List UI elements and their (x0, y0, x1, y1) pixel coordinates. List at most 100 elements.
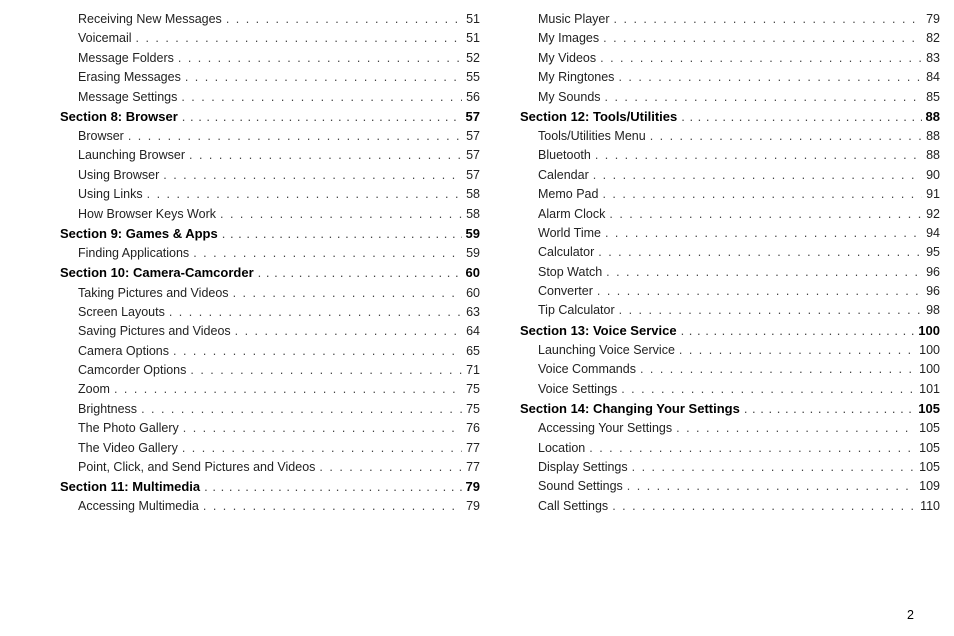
toc-page-number: 105 (915, 419, 940, 438)
toc-sub-row[interactable]: Saving Pictures and Videos. . . . . . . … (60, 322, 480, 341)
toc-item-label: Erasing Messages (78, 68, 185, 87)
toc-sub-row[interactable]: Location. . . . . . . . . . . . . . . . … (520, 439, 940, 458)
toc-page-number: 96 (922, 263, 940, 282)
toc-sub-row[interactable]: Brightness. . . . . . . . . . . . . . . … (60, 400, 480, 419)
toc-leader-dots: . . . . . . . . . . . . . . . . . . . . … (204, 477, 461, 497)
toc-sub-row[interactable]: Converter. . . . . . . . . . . . . . . .… (520, 282, 940, 301)
toc-sub-row[interactable]: Screen Layouts. . . . . . . . . . . . . … (60, 303, 480, 322)
toc-section-row[interactable]: Section 9: Games & Apps. . . . . . . . .… (60, 224, 480, 244)
toc-page-number: 51 (462, 29, 480, 48)
toc-leader-dots: . . . . . . . . . . . . . . . . . . . . … (189, 146, 462, 165)
toc-item-label: My Videos (538, 49, 600, 68)
toc-sub-row[interactable]: Call Settings. . . . . . . . . . . . . .… (520, 497, 940, 516)
toc-leader-dots: . . . . . . . . . . . . . . . . . . . . … (114, 380, 462, 399)
toc-sub-row[interactable]: Voice Settings. . . . . . . . . . . . . … (520, 380, 940, 399)
toc-item-label: Voice Commands (538, 360, 640, 379)
toc-sub-row[interactable]: Launching Voice Service. . . . . . . . .… (520, 341, 940, 360)
toc-sub-row[interactable]: Accessing Your Settings. . . . . . . . .… (520, 419, 940, 438)
toc-section-row[interactable]: Section 12: Tools/Utilities. . . . . . .… (520, 107, 940, 127)
toc-sub-row[interactable]: Tip Calculator. . . . . . . . . . . . . … (520, 301, 940, 320)
toc-leader-dots: . . . . . . . . . . . . . . . . . . . . … (220, 205, 462, 224)
toc-sub-row[interactable]: World Time. . . . . . . . . . . . . . . … (520, 224, 940, 243)
toc-section-row[interactable]: Section 14: Changing Your Settings. . . … (520, 399, 940, 419)
toc-leader-dots: . . . . . . . . . . . . . . . . . . . . … (619, 301, 922, 320)
toc-sub-row[interactable]: My Images. . . . . . . . . . . . . . . .… (520, 29, 940, 48)
toc-sub-row[interactable]: Using Browser. . . . . . . . . . . . . .… (60, 166, 480, 185)
toc-leader-dots: . . . . . . . . . . . . . . . . . . . . … (606, 263, 922, 282)
toc-sub-row[interactable]: Bluetooth. . . . . . . . . . . . . . . .… (520, 146, 940, 165)
toc-item-label: Camera Options (78, 342, 173, 361)
toc-page-number: 84 (922, 68, 940, 87)
toc-column-left: Receiving New Messages. . . . . . . . . … (60, 10, 480, 517)
toc-column-right: Music Player . . . . . . . . . . . . . . … (520, 10, 940, 517)
toc-page-number: 59 (462, 244, 480, 263)
toc-sub-row[interactable]: How Browser Keys Work. . . . . . . . . .… (60, 205, 480, 224)
toc-leader-dots: . . . . . . . . . . . . . . . . . . . . … (182, 439, 462, 458)
toc-page-number: 98 (922, 301, 940, 320)
toc-sub-row[interactable]: My Videos. . . . . . . . . . . . . . . .… (520, 49, 940, 68)
toc-sub-row[interactable]: Browser. . . . . . . . . . . . . . . . .… (60, 127, 480, 146)
toc-section-row[interactable]: Section 13: Voice Service. . . . . . . .… (520, 321, 940, 341)
toc-item-label: My Sounds (538, 88, 605, 107)
toc-sub-row[interactable]: Using Links. . . . . . . . . . . . . . .… (60, 185, 480, 204)
toc-item-label: My Ringtones (538, 68, 618, 87)
toc-sub-row[interactable]: Point, Click, and Send Pictures and Vide… (60, 458, 480, 477)
toc-sub-row[interactable]: Receiving New Messages. . . . . . . . . … (60, 10, 480, 29)
toc-leader-dots: . . . . . . . . . . . . . . . . . . . . … (681, 321, 915, 341)
toc-page-number: 100 (915, 360, 940, 379)
toc-sub-row[interactable]: Stop Watch. . . . . . . . . . . . . . . … (520, 263, 940, 282)
toc-item-label: Calendar (538, 166, 593, 185)
toc-sub-row[interactable]: My Sounds. . . . . . . . . . . . . . . .… (520, 88, 940, 107)
toc-item-label: Browser (78, 127, 128, 146)
toc-leader-dots: . . . . . . . . . . . . . . . . . . . . … (676, 419, 915, 438)
toc-item-label: Message Settings (78, 88, 181, 107)
toc-page-number: 63 (462, 303, 480, 322)
toc-item-label: Launching Voice Service (538, 341, 679, 360)
toc-sub-row[interactable]: Taking Pictures and Videos. . . . . . . … (60, 284, 480, 303)
toc-item-label: Music Player (538, 10, 614, 29)
toc-sub-row[interactable]: Calendar. . . . . . . . . . . . . . . . … (520, 166, 940, 185)
toc-sub-row[interactable]: Sound Settings. . . . . . . . . . . . . … (520, 477, 940, 496)
toc-item-label: Accessing Your Settings (538, 419, 676, 438)
toc-sub-row[interactable]: Calculator. . . . . . . . . . . . . . . … (520, 243, 940, 262)
toc-item-label: Display Settings (538, 458, 632, 477)
toc-leader-dots: . . . . . . . . . . . . . . . . . . . . … (128, 127, 462, 146)
toc-sub-row[interactable]: Message Settings. . . . . . . . . . . . … (60, 88, 480, 107)
toc-sub-row[interactable]: Voicemail. . . . . . . . . . . . . . . .… (60, 29, 480, 48)
toc-leader-dots: . . . . . . . . . . . . . . . . . . . . … (627, 477, 915, 496)
toc-page-number: 56 (462, 88, 480, 107)
toc-page-number: 65 (462, 342, 480, 361)
toc-sub-row[interactable]: Launching Browser. . . . . . . . . . . .… (60, 146, 480, 165)
toc-sub-row[interactable]: Zoom. . . . . . . . . . . . . . . . . . … (60, 380, 480, 399)
toc-sub-row[interactable]: Display Settings. . . . . . . . . . . . … (520, 458, 940, 477)
toc-leader-dots: . . . . . . . . . . . . . . . . . . . . … (597, 282, 922, 301)
toc-page-number: 76 (462, 419, 480, 438)
toc-item-label: Tip Calculator (538, 301, 619, 320)
toc-leader-dots: . . . . . . . . . . . . . . . . . . . . … (193, 244, 462, 263)
toc-sub-row[interactable]: Camcorder Options. . . . . . . . . . . .… (60, 361, 480, 380)
toc-sub-row[interactable]: Accessing Multimedia. . . . . . . . . . … (60, 497, 480, 516)
toc-sub-row[interactable]: Tools/Utilities Menu. . . . . . . . . . … (520, 127, 940, 146)
toc-item-label: Camcorder Options (78, 361, 190, 380)
toc-page: Receiving New Messages. . . . . . . . . … (0, 0, 954, 517)
toc-sub-row[interactable]: The Photo Gallery. . . . . . . . . . . .… (60, 419, 480, 438)
toc-leader-dots: . . . . . . . . . . . . . . . . . . . . … (598, 243, 922, 262)
toc-sub-row[interactable]: Voice Commands. . . . . . . . . . . . . … (520, 360, 940, 379)
toc-sub-row[interactable]: Erasing Messages. . . . . . . . . . . . … (60, 68, 480, 87)
toc-sub-row[interactable]: Finding Applications. . . . . . . . . . … (60, 244, 480, 263)
toc-sub-row[interactable]: Alarm Clock. . . . . . . . . . . . . . .… (520, 205, 940, 224)
toc-sub-row[interactable]: The Video Gallery. . . . . . . . . . . .… (60, 439, 480, 458)
toc-sub-row[interactable]: My Ringtones. . . . . . . . . . . . . . … (520, 68, 940, 87)
toc-section-row[interactable]: Section 10: Camera-Camcorder. . . . . . … (60, 263, 480, 283)
toc-section-row[interactable]: Section 8: Browser. . . . . . . . . . . … (60, 107, 480, 127)
toc-sub-row[interactable]: Music Player. . . . . . . . . . . . . . … (520, 10, 940, 29)
toc-section-row[interactable]: Section 11: Multimedia. . . . . . . . . … (60, 477, 480, 497)
toc-sub-row[interactable]: Memo Pad. . . . . . . . . . . . . . . . … (520, 185, 940, 204)
toc-page-number: 59 (462, 224, 480, 244)
toc-sub-row[interactable]: Camera Options. . . . . . . . . . . . . … (60, 342, 480, 361)
toc-item-label: Accessing Multimedia (78, 497, 203, 516)
toc-sub-row[interactable]: Message Folders. . . . . . . . . . . . .… (60, 49, 480, 68)
toc-item-label: Stop Watch (538, 263, 606, 282)
toc-leader-dots: . . . . . . . . . . . . . . . . . . . . … (169, 303, 462, 322)
toc-page-number: 105 (915, 458, 940, 477)
